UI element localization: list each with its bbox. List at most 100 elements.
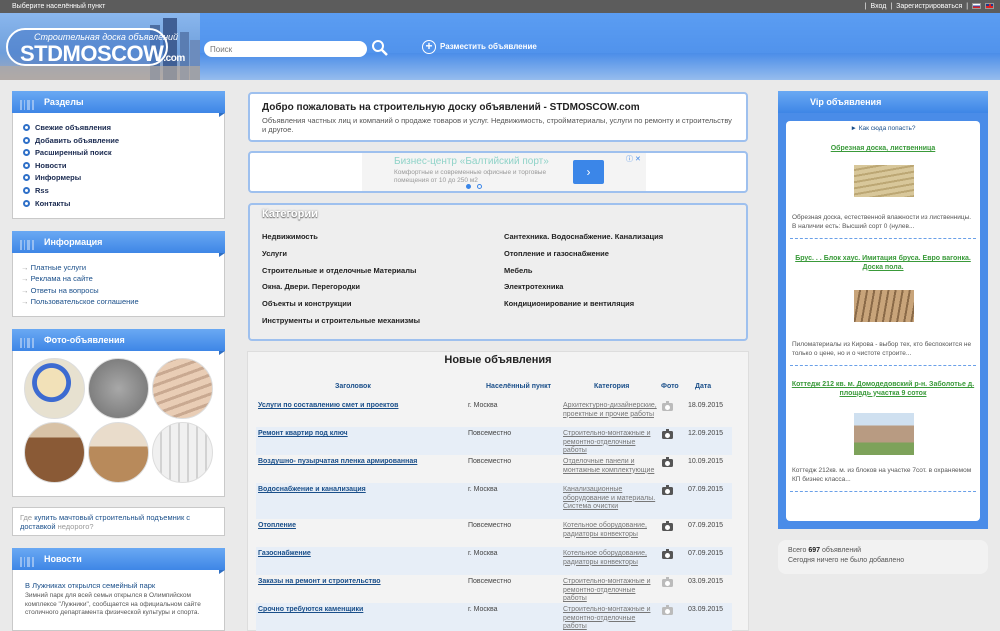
sidebar-item-fresh[interactable]: Свежие объявления [23,122,119,135]
vip-item-text: Коттедж 212кв. м. из блоков на участке 7… [792,467,972,483]
category-link[interactable]: Строительные и отделочные Материалы [262,263,420,280]
category-link[interactable]: Недвижимость [262,229,420,246]
map-background [200,53,1000,80]
category-link[interactable]: Кондиционирование и вентиляция [504,296,663,313]
news-link[interactable]: В Лужниках открылся семейный парк [25,581,155,590]
photo-thumbnail[interactable] [88,358,149,419]
info-item[interactable]: → Ответы на вопросы [21,285,139,296]
ad-title-link[interactable]: Заказы на ремонт и строительство [258,578,381,585]
pager-dot[interactable] [477,184,482,189]
vip-title: Vip объявления [778,91,988,113]
camera-icon [662,401,673,411]
ad-title-link[interactable]: Водоснабжение и канализация [258,486,366,493]
sidebar-item-rss[interactable]: Rss [23,185,119,198]
sidebar-item-news[interactable]: Новости [23,160,119,173]
english-flag-icon[interactable] [985,3,994,10]
ad-category-link[interactable]: Строительно-монтажные и ремонтно-отделоч… [563,578,658,604]
vip-ads-box: Vip объявления ► Как сюда попасть? Обрез… [778,91,988,529]
vip-item-title[interactable]: Брус. . . Блок хаус. Имитация бруса. Евр… [790,255,976,272]
bullet-icon [23,186,30,194]
ad-title-link[interactable]: Услуги по составлению смет и проектов [258,402,398,409]
photo-thumbnail[interactable] [24,358,85,419]
camera-icon[interactable] [662,549,673,559]
vip-item-title[interactable]: Обрезная доска, лиственница [790,145,976,154]
vip-how-link[interactable]: ► Как сюда попасть? [786,125,980,132]
categories-title: Категории [262,208,318,220]
bullet-icon [23,161,30,169]
login-link[interactable]: Вход [871,3,887,10]
banner-title: Бизнес-центр «Балтийский порт» [394,156,549,167]
sidebar-item-advanced-search[interactable]: Расширенный поиск [23,147,119,160]
banner-arrow-button[interactable]: › [573,160,604,184]
camera-icon[interactable] [662,521,673,531]
new-ads-title: Новые объявления [444,354,552,366]
new-ads-section: Новые объявления Заголовок Населённый пу… [247,351,749,631]
vip-item-image[interactable] [854,165,914,197]
search-input[interactable] [204,41,367,57]
category-link[interactable]: Услуги [262,246,420,263]
category-link[interactable]: Окна. Двери. Перегородки [262,279,420,296]
stats-box: Всего 697 объявлений Сегодня ничего не б… [778,540,988,574]
promo-link[interactable]: купить мачтовый строительный подъемник с… [20,513,190,531]
site-logo[interactable]: Строительная доска объявлений STDMOSCOW.… [6,28,185,66]
photo-thumbnail[interactable] [24,422,85,483]
sidebar-item-contacts[interactable]: Контакты [23,198,119,211]
info-title: Информация [12,231,225,257]
news-title: Новости [12,548,225,574]
bullet-icon [23,136,30,144]
post-ad-button[interactable]: + Разместить объявление [422,39,537,55]
auth-links: | Вход | Зарегистрироваться | [863,0,994,13]
ad-category-link[interactable]: Строительно-монтажные и ремонтно-отделоч… [563,606,658,631]
category-link[interactable]: Объекты и конструкции [262,296,420,313]
category-link[interactable]: Электротехника [504,279,663,296]
column-header-date: Дата [695,383,712,390]
column-header-title: Заголовок [335,383,371,390]
ad-category-link[interactable]: Архитектурно-дизайнерские, проектные и п… [563,402,658,419]
camera-icon[interactable] [662,485,673,495]
ad-title-link[interactable]: Отопление [258,522,296,529]
ad-category-link[interactable]: Котельное оборудование, радиаторы конвек… [563,522,658,539]
sidebar-item-informers[interactable]: Информеры [23,172,119,185]
register-link[interactable]: Зарегистрироваться [896,3,962,10]
sections-box: Разделы Свежие объявления Добавить объяв… [12,91,225,219]
ad-title-link[interactable]: Газоснабжение [258,550,311,557]
ad-title-link[interactable]: Срочно требуются каменщики [258,606,363,613]
camera-icon[interactable] [662,457,673,467]
info-item[interactable]: → Платные услуги [21,262,139,273]
photo-thumbnail[interactable] [152,422,213,483]
camera-icon[interactable] [662,429,673,439]
category-link[interactable]: Инструменты и строительные механизмы [262,313,420,330]
info-menu: → Платные услуги → Реклама на сайте → От… [21,262,139,307]
ad-category-link[interactable]: Канализационные оборудование и материалы… [563,486,658,512]
vip-item-title[interactable]: Коттедж 212 кв. м. Домодедовский р-н. За… [790,381,976,398]
search-icon[interactable] [371,39,389,57]
banner-ad[interactable]: Бизнес-центр «Балтийский порт» Комфортны… [248,151,748,193]
sidebar-item-add[interactable]: Добавить объявление [23,135,119,148]
russian-flag-icon[interactable] [972,3,982,10]
info-item[interactable]: → Пользовательское соглашение [21,296,139,307]
site-header: Строительная доска объявлений STDMOSCOW.… [0,13,1000,80]
info-item[interactable]: → Реклама на сайте [21,273,139,284]
vip-item-image[interactable] [854,290,914,322]
top-bar: Выберите населённый пункт | Вход | Зарег… [0,0,1000,13]
category-link[interactable]: Отопление и газоснабжение [504,246,663,263]
table-row: Водоснабжение и канализация г. Москва Ка… [256,483,732,519]
table-row: Отопление Повсеместно Котельное оборудов… [258,521,724,539]
column-header-category: Категория [594,383,630,390]
table-row: Ремонт квартир под ключ Повсеместно Стро… [256,427,732,455]
vip-item-image[interactable] [854,413,914,455]
photo-thumbnail[interactable] [88,422,149,483]
category-link[interactable]: Сантехника. Водоснабжение. Канализация [504,229,663,246]
table-row: Заказы на ремонт и строительство Повсеме… [258,577,724,604]
photo-thumbnail[interactable] [152,358,213,419]
pager-dot[interactable] [466,184,471,189]
city-selector[interactable]: Выберите населённый пункт [12,0,105,13]
category-link[interactable]: Мебель [504,263,663,280]
ad-category-link[interactable]: Котельное оборудование, радиаторы конвек… [563,550,658,567]
ad-category-link[interactable]: Отделочные панели и монтажные комплектую… [563,458,658,475]
news-box: Новости В Лужниках открылся семейный пар… [12,548,225,631]
ad-info-icon[interactable]: ⓘ ✕ [626,154,641,164]
ad-title-link[interactable]: Ремонт квартир под ключ [258,430,348,437]
ad-title-link[interactable]: Воздушно- пузырчатая пленка армированная [258,458,417,465]
ad-category-link[interactable]: Строительно-монтажные и ремонтно-отделоч… [563,430,658,456]
